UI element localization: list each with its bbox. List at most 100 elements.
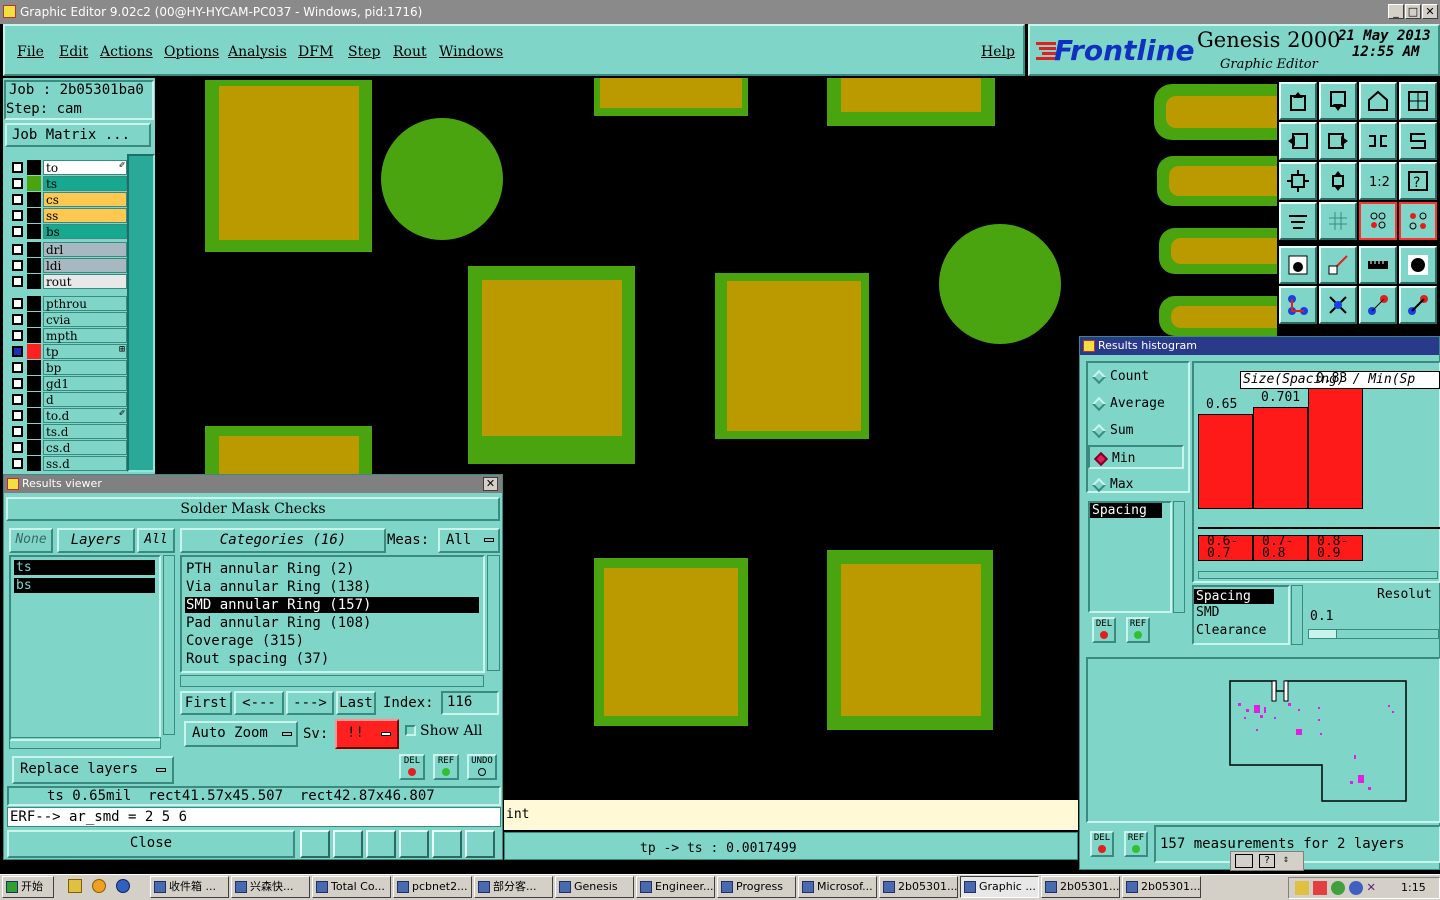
layer-result-list[interactable]: ts bs [9, 555, 161, 741]
auto-zoom-dropdown[interactable]: Auto Zoom [184, 721, 298, 747]
browser-icon[interactable] [92, 879, 106, 893]
taskbar-item[interactable]: 部分客... [474, 876, 553, 898]
layer-row-ts-d[interactable]: ts.d [9, 424, 127, 439]
count-radio[interactable]: Count [1088, 365, 1184, 389]
size-list-scrollbar[interactable] [1173, 501, 1185, 613]
feature-add-icon[interactable] [1279, 246, 1317, 284]
media-icon[interactable] [116, 879, 130, 893]
histogram-icon[interactable] [465, 830, 495, 858]
none-button[interactable]: None [9, 528, 53, 553]
layer-color-swatch[interactable] [27, 360, 41, 375]
layer-row-cvia[interactable]: cvia [9, 312, 127, 327]
menu-analysis[interactable]: Analysis [228, 44, 287, 60]
layer-name[interactable]: ts [43, 176, 127, 191]
menu-windows[interactable]: Windows [439, 44, 503, 60]
layer-color-swatch[interactable] [27, 312, 41, 327]
undo-button[interactable]: UNDO [467, 754, 497, 780]
layer-name[interactable]: tp [43, 344, 127, 359]
move-right-icon[interactable] [1319, 122, 1357, 160]
layer-row-bp[interactable]: bp [9, 360, 127, 375]
move-down-icon[interactable] [1319, 82, 1357, 120]
layer-checkbox[interactable] [12, 178, 23, 189]
mirror-icon[interactable] [1359, 122, 1397, 160]
layer-name[interactable]: bs [43, 224, 127, 239]
category-item[interactable]: Rout spacing (37) [185, 651, 479, 667]
layer-color-swatch[interactable] [27, 160, 41, 175]
histogram-titlebar[interactable]: Results histogram [1080, 337, 1439, 355]
taskbar-item[interactable]: pcbnet2... [393, 876, 472, 898]
show-desktop-icon[interactable] [68, 879, 82, 893]
smd-pad[interactable] [594, 78, 748, 116]
taskbar-item[interactable]: Engineer... [636, 876, 715, 898]
close-button[interactable]: Close [7, 830, 295, 858]
list-item[interactable]: Spacing [1090, 503, 1162, 518]
layer-row-ss[interactable]: ss [9, 208, 127, 223]
layer-name[interactable]: mpth [43, 328, 127, 343]
layer-row-rout[interactable]: rout [9, 274, 127, 289]
category-item[interactable]: Pad annular Ring (108) [185, 615, 479, 631]
move-left-icon[interactable] [1279, 122, 1317, 160]
layer-checkbox[interactable] [12, 194, 23, 205]
layer-list-hscrollbar[interactable] [9, 737, 161, 749]
smd-pad[interactable] [827, 78, 995, 126]
layer-checkbox[interactable] [12, 394, 23, 405]
layer-name[interactable]: bp [43, 360, 127, 375]
maximize-button[interactable]: □ [1405, 4, 1421, 19]
help-icon[interactable]: ? [1259, 854, 1275, 868]
minimize-button[interactable]: _ [1388, 4, 1404, 19]
first-button[interactable]: First [180, 691, 232, 715]
menu-options[interactable]: Options [164, 44, 219, 60]
layer-color-swatch[interactable] [27, 176, 41, 191]
list-icon[interactable] [432, 830, 462, 858]
layer-row-mpth[interactable]: mpth [9, 328, 127, 343]
sum-radio[interactable]: Sum [1088, 419, 1184, 443]
resolution-slider[interactable] [1308, 629, 1439, 639]
layer-name[interactable]: ss.d [43, 456, 127, 471]
smd-pad[interactable] [715, 273, 869, 439]
category-list[interactable]: PTH annular Ring (2) Via annular Ring (13… [180, 555, 485, 673]
layer-color-swatch[interactable] [27, 408, 41, 423]
next-button[interactable]: ---> [286, 691, 334, 715]
layer-checkbox[interactable] [12, 244, 23, 255]
all-layers-button[interactable]: All [137, 528, 175, 553]
chart-hscrollbar[interactable] [1198, 571, 1438, 579]
move-up-icon[interactable] [1279, 82, 1317, 120]
taskbar-item[interactable]: Graphic ... [960, 876, 1039, 898]
via-pad[interactable] [381, 118, 503, 240]
histogram-bar[interactable] [1253, 407, 1308, 509]
max-radio[interactable]: Max [1088, 473, 1184, 497]
frame-icon[interactable] [1399, 82, 1437, 120]
layer-name[interactable]: ldi [43, 258, 127, 273]
taskbar-item[interactable]: 2b05301... [1122, 876, 1201, 898]
show-all-checkbox[interactable] [405, 725, 416, 736]
taskbar-item[interactable]: Microsof... [798, 876, 877, 898]
smd-pad[interactable] [1159, 296, 1277, 336]
category-item[interactable]: Coverage (315) [185, 633, 479, 649]
menu-file[interactable]: File [17, 44, 44, 60]
layer-color-swatch[interactable] [27, 296, 41, 311]
connect-icon[interactable] [1279, 286, 1317, 324]
taskbar-item[interactable]: 2b05301... [1041, 876, 1120, 898]
layer-row-cs-d[interactable]: cs.d [9, 440, 127, 455]
scale-1-2-icon[interactable]: 1:2 [1359, 162, 1397, 200]
pad-icon[interactable] [1399, 246, 1437, 284]
layer-checkbox[interactable] [12, 226, 23, 237]
map-ref-button[interactable]: REF [1124, 831, 1148, 857]
layer-color-swatch[interactable] [27, 192, 41, 207]
layer-color-swatch[interactable] [27, 258, 41, 273]
layer-list-scrollbar[interactable] [163, 555, 175, 735]
grid-icon[interactable] [1319, 202, 1357, 240]
ime-toolbar[interactable]: ? ⇕ [1230, 851, 1304, 871]
map-del-button[interactable]: DEL [1090, 831, 1114, 857]
layer-name[interactable]: pthrou [43, 296, 127, 311]
layer-checkbox[interactable] [12, 210, 23, 221]
layer-color-swatch[interactable] [27, 376, 41, 391]
meas-dropdown[interactable]: All [438, 528, 500, 553]
close-window-button[interactable]: ✕ [1422, 4, 1438, 19]
menu-rout[interactable]: Rout [393, 44, 427, 60]
menu-dfm[interactable]: DFM [298, 44, 333, 60]
smd-pad[interactable] [468, 266, 635, 464]
category-item[interactable]: PTH annular Ring (2) [185, 561, 479, 577]
menu-help[interactable]: Help [981, 44, 1015, 60]
layer-name[interactable]: cs [43, 192, 127, 207]
